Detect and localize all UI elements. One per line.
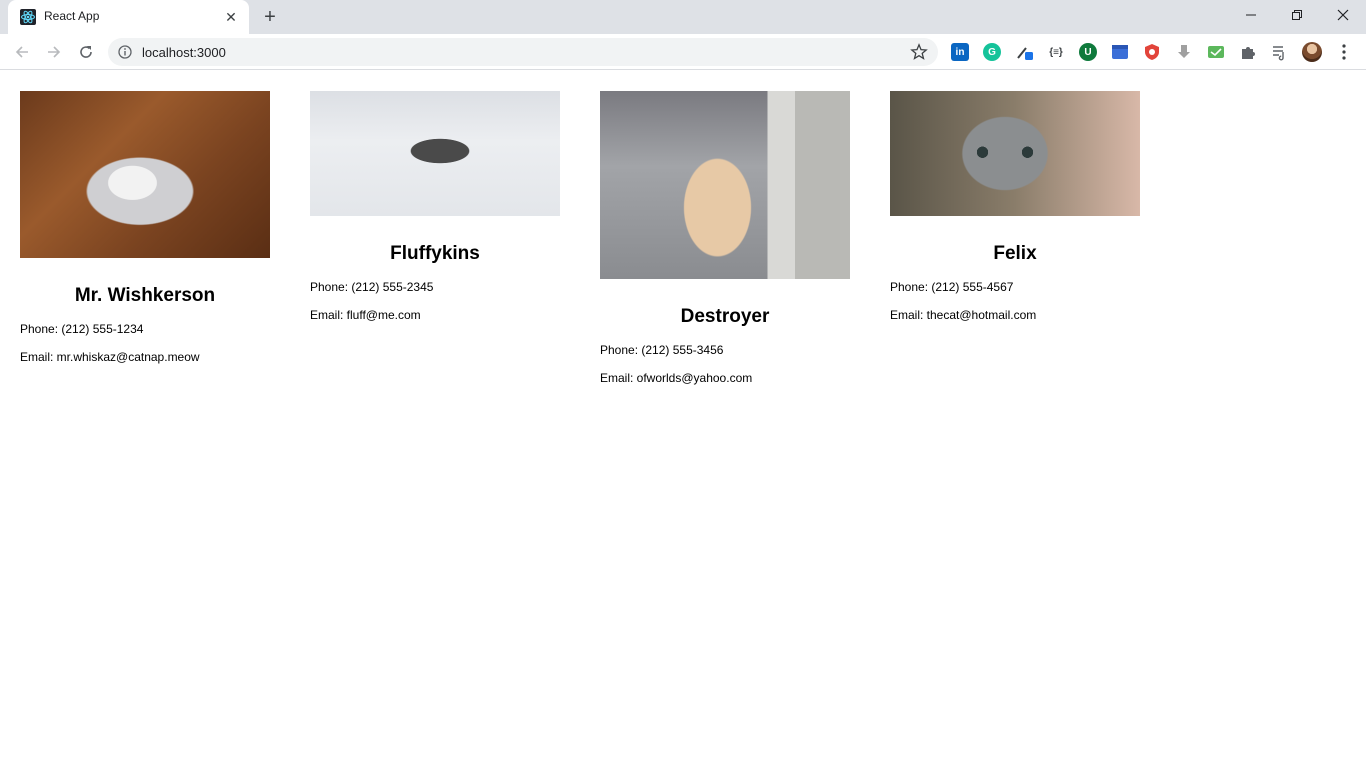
reload-button[interactable] — [74, 40, 98, 64]
restore-icon — [1292, 10, 1302, 20]
cat-email: Email: mr.whiskaz@catnap.meow — [20, 350, 200, 364]
cat-card: Fluffykins Phone: (212) 555-2345 Email: … — [310, 91, 560, 322]
address-bar[interactable]: localhost:3000 — [108, 38, 938, 66]
shield-red-icon[interactable] — [1143, 43, 1161, 61]
cat-email: Email: ofworlds@yahoo.com — [600, 371, 753, 385]
cat-name: Felix — [993, 243, 1037, 264]
cat-name: Destroyer — [680, 306, 770, 327]
linkedin-icon[interactable]: in — [951, 43, 969, 61]
grammarly-icon[interactable]: G — [983, 43, 1001, 61]
tab-strip: React App ✕ + — [0, 0, 1366, 34]
bookmark-star-icon[interactable] — [910, 43, 928, 61]
puzzle-icon[interactable] — [1239, 43, 1257, 61]
restore-window-button[interactable] — [1274, 0, 1320, 30]
page-content: Mr. Wishkerson Phone: (212) 555-1234 Ema… — [0, 71, 1366, 768]
close-window-button[interactable] — [1320, 0, 1366, 30]
cat-card: Destroyer Phone: (212) 555-3456 Email: o… — [600, 91, 850, 385]
color-picker-icon[interactable] — [1015, 43, 1033, 61]
react-logo-icon — [20, 9, 36, 25]
ublock-icon[interactable]: U — [1079, 43, 1097, 61]
tab-title: React App — [44, 9, 100, 23]
back-button[interactable] — [10, 40, 34, 64]
cat-photo — [600, 91, 850, 279]
tab-close-icon[interactable]: ✕ — [222, 8, 240, 26]
json-viewer-icon[interactable]: {≡} — [1047, 43, 1065, 61]
cat-photo — [310, 91, 560, 216]
cat-name: Mr. Wishkerson — [74, 285, 216, 306]
new-tab-button[interactable]: + — [258, 5, 282, 29]
url-text[interactable]: localhost:3000 — [142, 45, 226, 60]
media-queue-icon[interactable] — [1271, 43, 1289, 61]
cat-card: Mr. Wishkerson Phone: (212) 555-1234 Ema… — [20, 91, 270, 364]
minimize-icon — [1246, 14, 1256, 16]
cat-phone: Phone: (212) 555-2345 — [310, 280, 434, 294]
cat-email: Email: fluff@me.com — [310, 308, 421, 322]
cat-phone: Phone: (212) 555-4567 — [890, 280, 1014, 294]
close-icon — [1337, 9, 1349, 21]
reload-icon — [80, 46, 92, 58]
cat-name: Fluffykins — [390, 243, 480, 264]
download-icon[interactable] — [1175, 43, 1193, 61]
arrow-left-icon — [15, 46, 28, 58]
cat-photo — [20, 91, 270, 258]
browser-tab[interactable]: React App ✕ — [8, 0, 249, 34]
cat-phone: Phone: (212) 555-1234 — [20, 322, 144, 336]
browser-toolbar: localhost:3000 in G {≡} U — [0, 34, 1366, 70]
cat-photo — [890, 91, 1140, 216]
more-menu-icon[interactable] — [1336, 42, 1352, 62]
cat-card: Felix Phone: (212) 555-4567 Email: theca… — [890, 91, 1140, 322]
cat-email: Email: thecat@hotmail.com — [890, 308, 1037, 322]
arrow-right-icon — [48, 46, 61, 58]
info-icon[interactable] — [118, 45, 132, 59]
cat-phone: Phone: (212) 555-3456 — [600, 343, 724, 357]
calendar-icon[interactable] — [1111, 43, 1129, 61]
profile-avatar[interactable] — [1302, 42, 1322, 62]
minimize-window-button[interactable] — [1228, 0, 1274, 30]
forward-button[interactable] — [42, 40, 66, 64]
inbox-icon[interactable] — [1207, 43, 1225, 61]
